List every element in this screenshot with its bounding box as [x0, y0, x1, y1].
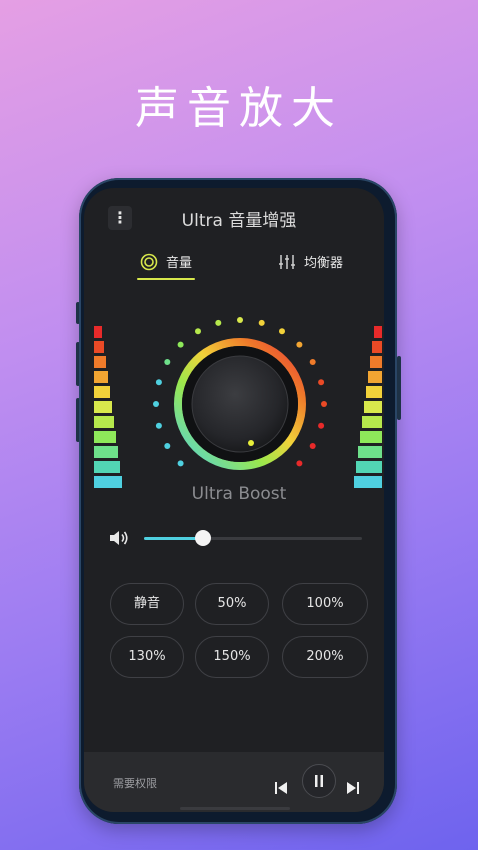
knob-scale-dot: [279, 328, 285, 335]
knob-scale-dot: [177, 341, 184, 348]
volume-knob[interactable]: [152, 316, 328, 492]
pause-button[interactable]: [302, 764, 336, 798]
meter-segment: [94, 416, 114, 428]
meter-segment: [94, 341, 104, 353]
knob-scale-dot: [153, 401, 159, 407]
promo-headline: 声音放大: [135, 83, 343, 134]
meter-segment: [94, 401, 112, 413]
preset-100-button[interactable]: 100%: [282, 583, 368, 625]
active-tab-indicator: [137, 278, 195, 280]
tab-equalizer[interactable]: 均衡器: [278, 252, 343, 271]
preset-mute-button[interactable]: 静音: [110, 583, 184, 625]
knob-scale-dot: [237, 317, 243, 323]
volume-slider[interactable]: [144, 530, 362, 546]
meter-segment: [366, 386, 382, 398]
tab-volume[interactable]: 音量: [140, 252, 192, 271]
preset-150-button[interactable]: 150%: [195, 636, 269, 678]
knob-scale-dot: [296, 341, 303, 348]
knob-scale-dot: [318, 379, 325, 386]
volume-slider-thumb[interactable]: [194, 530, 211, 546]
knob-scale-dot: [177, 460, 184, 467]
app-title: Ultra 音量增强: [181, 211, 297, 231]
knob-scale-dot: [296, 460, 303, 467]
bottom-player-bar: 需要权限: [84, 752, 384, 812]
meter-segment: [358, 446, 382, 458]
tab-equalizer-label: 均衡器: [304, 256, 344, 271]
skip-previous-icon[interactable]: [274, 774, 288, 802]
meter-segment: [368, 371, 382, 383]
tab-volume-label: 音量: [166, 256, 193, 271]
knob-scale-dot: [164, 443, 171, 449]
meter-segment: [362, 416, 382, 428]
knob-scale-dot: [258, 319, 265, 326]
home-indicator: [180, 807, 290, 810]
app-screen: ⋮ Ultra 音量增强 音量 均衡器 Ultra Boost 静音 50% 1…: [84, 188, 384, 812]
pause-icon: [315, 775, 323, 787]
knob-scale-dot: [164, 359, 171, 365]
preset-130-button[interactable]: 130%: [110, 636, 184, 678]
phone-side-button: [397, 356, 401, 420]
knob-scale-dot: [155, 379, 162, 386]
knob-scale-dot: [215, 319, 222, 326]
meter-segment: [94, 326, 102, 338]
meter-segment: [94, 386, 110, 398]
preset-200-button[interactable]: 200%: [282, 636, 368, 678]
meter-segment: [372, 341, 382, 353]
left-level-meter: [94, 326, 122, 488]
knob-scale-dot: [321, 401, 327, 407]
knob-scale-dot: [309, 443, 316, 449]
meter-segment: [94, 461, 120, 473]
knob-scale-dot: [309, 359, 316, 365]
meter-segment: [94, 431, 116, 443]
boost-label: Ultra Boost: [191, 484, 287, 504]
knob-scale-dot: [195, 328, 201, 335]
volume-ring-icon: [140, 253, 158, 270]
equalizer-icon: [279, 254, 295, 269]
knob-indicator-dot: [248, 440, 254, 446]
meter-segment: [370, 356, 382, 368]
permission-link[interactable]: 需要权限: [113, 775, 157, 791]
meter-segment: [94, 446, 118, 458]
meter-segment: [374, 326, 382, 338]
skip-next-icon[interactable]: [346, 774, 360, 802]
knob-scale-dot: [318, 422, 325, 429]
preset-50-button[interactable]: 50%: [195, 583, 269, 625]
speaker-icon: [110, 531, 128, 545]
meter-segment: [94, 371, 108, 383]
meter-segment: [364, 401, 382, 413]
right-level-meter: [354, 326, 382, 488]
knob-body: [191, 355, 289, 453]
meter-segment: [94, 356, 106, 368]
meter-segment: [360, 431, 382, 443]
meter-segment: [356, 461, 382, 473]
knob-scale-dot: [155, 422, 162, 429]
